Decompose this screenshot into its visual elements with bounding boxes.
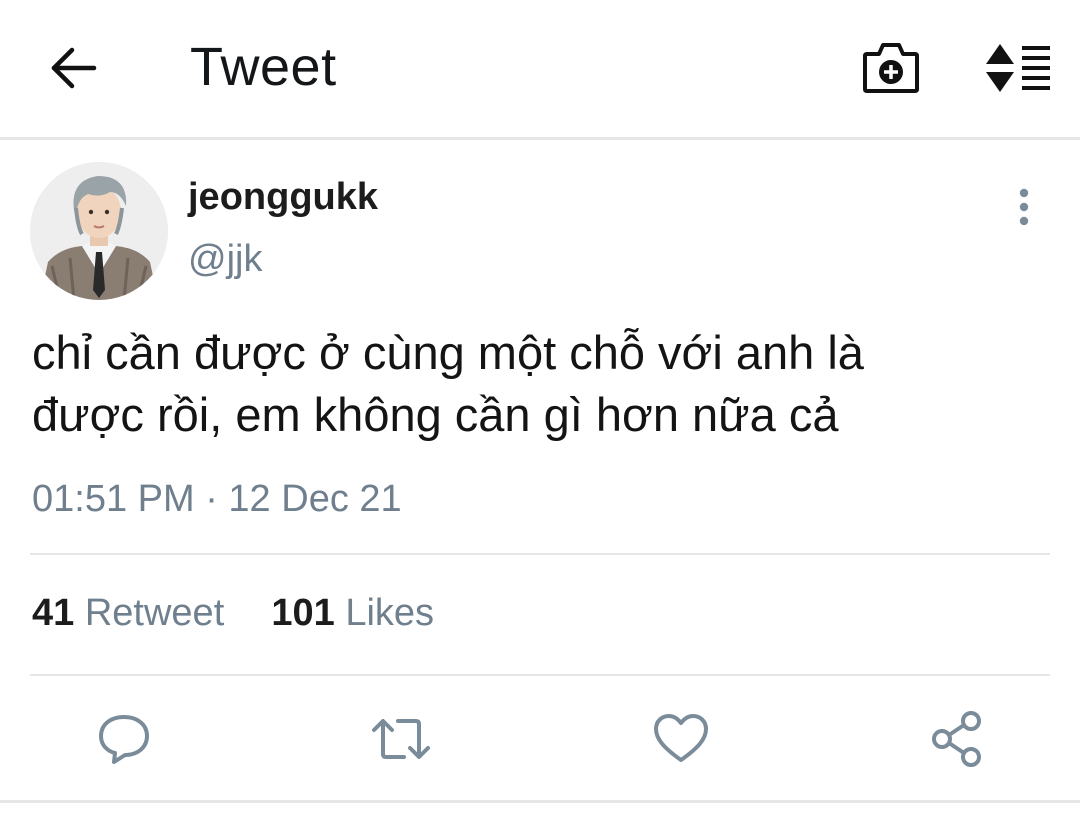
reply-button[interactable]	[95, 710, 153, 768]
camera-add-icon	[863, 43, 919, 93]
engagement-stats: 41 Retweet 101 Likes	[32, 592, 434, 635]
sort-button[interactable]	[984, 42, 1052, 94]
user-handle[interactable]: @jjk	[188, 238, 262, 281]
more-vertical-icon	[1019, 188, 1029, 226]
share-button[interactable]	[930, 710, 988, 768]
retweet-label: Retweet	[84, 592, 225, 634]
likes-label: Likes	[345, 592, 435, 634]
retweet-stat[interactable]: 41 Retweet	[32, 592, 235, 634]
likes-stat[interactable]: 101 Likes	[271, 592, 434, 634]
more-options-button[interactable]	[1006, 186, 1042, 228]
divider	[0, 800, 1080, 803]
avatar-image	[30, 162, 168, 300]
screenshot-button[interactable]	[862, 40, 920, 96]
back-arrow-icon	[51, 47, 97, 89]
like-button[interactable]	[652, 710, 710, 768]
share-icon	[932, 711, 981, 767]
display-name[interactable]: jeonggukk	[188, 176, 378, 219]
page-title: Tweet	[190, 37, 337, 97]
sort-list-icon	[986, 44, 1050, 92]
tweet-text: chỉ cần được ở cùng một chỗ với anh là đ…	[32, 326, 864, 441]
tweet-timestamp: 01:51 PM · 12 Dec 21	[32, 478, 402, 520]
likes-count: 101	[271, 592, 335, 634]
top-app-bar: Tweet	[0, 0, 1080, 140]
retweet-icon	[372, 719, 430, 759]
tweet-detail-screen: Tweet jeonggukk @jjk chỉ cần được ở cùng…	[0, 0, 1080, 826]
divider	[30, 674, 1050, 676]
avatar[interactable]	[30, 162, 168, 300]
retweet-button[interactable]	[370, 710, 430, 768]
back-button[interactable]	[48, 42, 100, 94]
reply-icon	[99, 715, 149, 764]
divider	[30, 553, 1050, 555]
heart-icon	[654, 714, 708, 762]
retweet-count: 41	[32, 592, 75, 634]
